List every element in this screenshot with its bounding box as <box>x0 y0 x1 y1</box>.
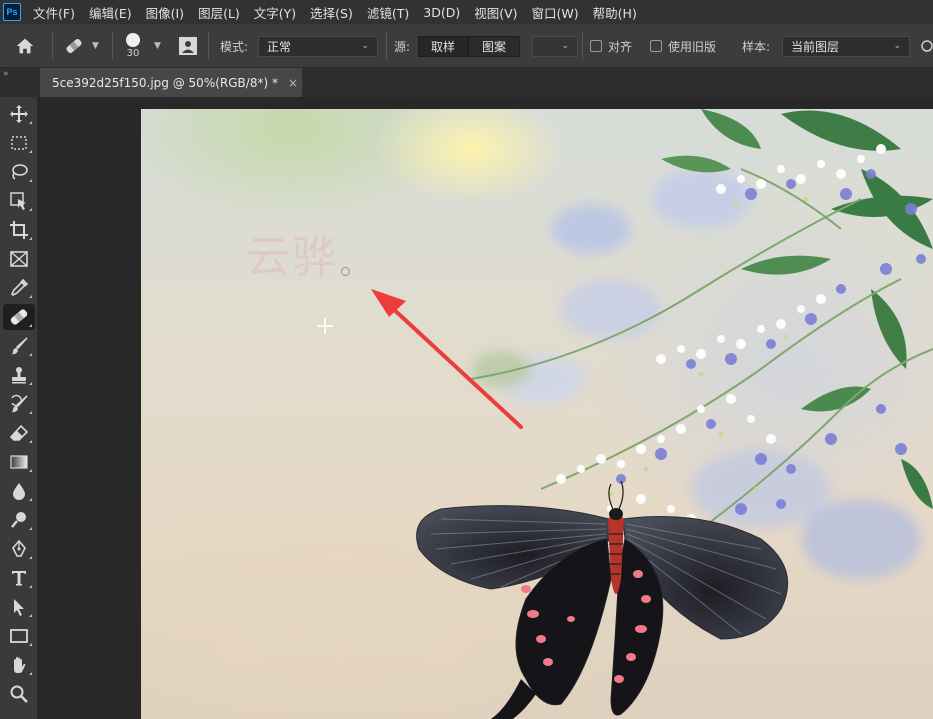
eyedropper-tool-icon <box>11 278 29 296</box>
menu-select[interactable]: 选择(S) <box>310 3 353 22</box>
document-canvas[interactable]: 云骅 <box>141 109 933 719</box>
menu-file[interactable]: 文件(F) <box>33 3 75 22</box>
ignore-adjustment-layers-icon[interactable] <box>920 38 933 54</box>
marquee-tool-icon <box>11 136 27 150</box>
brush-size-value: 30 <box>126 48 140 59</box>
chevron-down-icon: ⌄ <box>561 41 569 51</box>
source-pattern-button[interactable]: 图案 <box>468 35 520 57</box>
type-tool-icon <box>12 571 26 586</box>
use-legacy-checkbox[interactable]: 使用旧版 <box>650 24 716 68</box>
healing-brush-tool[interactable] <box>3 304 35 330</box>
move-tool-icon <box>10 105 28 123</box>
blur-tool-icon <box>13 483 25 500</box>
brush-cursor <box>341 267 350 276</box>
tools-panel <box>0 97 38 719</box>
eyedropper-tool[interactable] <box>3 275 35 301</box>
marquee-tool[interactable] <box>3 130 35 156</box>
photo-butterfly-flowers <box>371 109 933 719</box>
menu-type[interactable]: 文字(Y) <box>254 3 296 22</box>
tool-preset-picker[interactable]: ▼ <box>62 24 99 68</box>
checkbox-box[interactable] <box>590 40 602 52</box>
mode-value: 正常 <box>267 39 292 54</box>
dodge-tool-icon <box>11 512 26 528</box>
clone-source-icon <box>179 37 197 55</box>
menu-edit[interactable]: 编辑(E) <box>89 3 132 22</box>
close-icon[interactable]: × <box>288 76 298 90</box>
path-select-tool[interactable] <box>3 594 35 620</box>
hand-tool-icon <box>14 657 26 673</box>
hand-tool[interactable] <box>3 652 35 678</box>
document-tab-title: 5ce392d25f150.jpg @ 50%(RGB/8*) * <box>52 75 278 90</box>
brush-tip-icon <box>126 33 140 47</box>
frame-tool-icon <box>10 251 28 267</box>
brush-size-picker[interactable]: 30 <box>126 24 140 68</box>
clone-source-panel-button[interactable] <box>178 24 198 68</box>
clone-stamp-tool[interactable] <box>3 362 35 388</box>
frame-tool[interactable] <box>3 246 35 272</box>
eraser-tool[interactable] <box>3 420 35 446</box>
source-label: 源: <box>394 39 411 54</box>
healing-brush-icon <box>66 39 82 53</box>
lasso-tool[interactable] <box>3 159 35 185</box>
object-select-tool-icon <box>10 192 26 210</box>
menu-help[interactable]: 帮助(H) <box>593 3 637 22</box>
document-tab[interactable]: 5ce392d25f150.jpg @ 50%(RGB/8*) * × <box>40 68 302 97</box>
object-select-tool[interactable] <box>3 188 35 214</box>
zoom-tool[interactable] <box>3 681 35 707</box>
move-tool[interactable] <box>3 101 35 127</box>
use-legacy-label: 使用旧版 <box>668 39 717 54</box>
eraser-tool-icon <box>9 424 29 441</box>
pen-tool[interactable] <box>3 536 35 562</box>
chevron-down-icon: ⌄ <box>893 41 901 51</box>
sample-dropdown[interactable]: 当前图层 ⌄ <box>782 35 910 57</box>
pattern-picker[interactable]: ⌄ <box>532 35 578 57</box>
type-tool[interactable] <box>3 565 35 591</box>
sample-value: 当前图层 <box>791 39 840 54</box>
zoom-tool-icon <box>10 685 28 703</box>
mode-label: 模式: <box>220 39 249 54</box>
menu-layer[interactable]: 图层(L) <box>198 3 240 22</box>
history-brush-tool[interactable] <box>3 391 35 417</box>
source-sampled-button[interactable]: 取样 <box>418 35 468 57</box>
dodge-tool[interactable] <box>3 507 35 533</box>
options-bar: ▼ 30 ▼ 模式: 正常 ⌄ 源: 取样 图案 ⌄ 对齐 使用旧版 样本: 当… <box>0 24 933 68</box>
menu-3d[interactable]: 3D(D) <box>423 5 460 20</box>
clone-stamp-tool-icon <box>12 367 26 384</box>
aligned-label: 对齐 <box>608 39 633 54</box>
rectangle-tool[interactable] <box>3 623 35 649</box>
crop-tool[interactable] <box>3 217 35 243</box>
brush-tool[interactable] <box>3 333 35 359</box>
checkbox-box[interactable] <box>650 40 662 52</box>
sample-label: 样本: <box>742 39 771 54</box>
path-select-tool-icon <box>14 599 24 616</box>
menu-filter[interactable]: 滤镜(T) <box>367 3 409 22</box>
chevron-down-icon: ⌄ <box>361 41 369 51</box>
menu-image[interactable]: 图像(I) <box>146 3 184 22</box>
aligned-checkbox[interactable]: 对齐 <box>590 24 632 68</box>
chevron-down-icon: ▼ <box>92 41 99 51</box>
history-brush-tool-icon <box>11 394 28 413</box>
blur-tool[interactable] <box>3 478 35 504</box>
clone-source-crosshair <box>317 318 333 334</box>
pen-tool-icon <box>12 539 26 557</box>
menu-bar: Ps 文件(F) 编辑(E) 图像(I) 图层(L) 文字(Y) 选择(S) 滤… <box>0 0 933 24</box>
photoshop-logo-icon: Ps <box>3 3 21 21</box>
gradient-tool[interactable] <box>3 449 35 475</box>
brush-tool-icon <box>11 337 28 355</box>
document-tab-row: » 5ce392d25f150.jpg @ 50%(RGB/8*) * × <box>0 68 933 97</box>
home-button[interactable] <box>14 24 36 68</box>
crop-tool-icon <box>10 221 28 239</box>
menu-view[interactable]: 视图(V) <box>474 3 517 22</box>
menu-window[interactable]: 窗口(W) <box>532 3 579 22</box>
chevron-down-icon[interactable]: ▼ <box>154 41 161 51</box>
lasso-tool-icon <box>12 164 28 180</box>
rectangle-tool-icon <box>10 629 28 643</box>
collapse-panels-icon[interactable]: » <box>3 69 9 79</box>
home-icon <box>16 38 34 54</box>
mode-dropdown[interactable]: 正常 ⌄ <box>258 35 378 57</box>
healing-brush-tool-icon <box>10 309 28 325</box>
watermark-text: 云骅 <box>246 232 338 283</box>
gradient-tool-icon <box>10 455 28 469</box>
